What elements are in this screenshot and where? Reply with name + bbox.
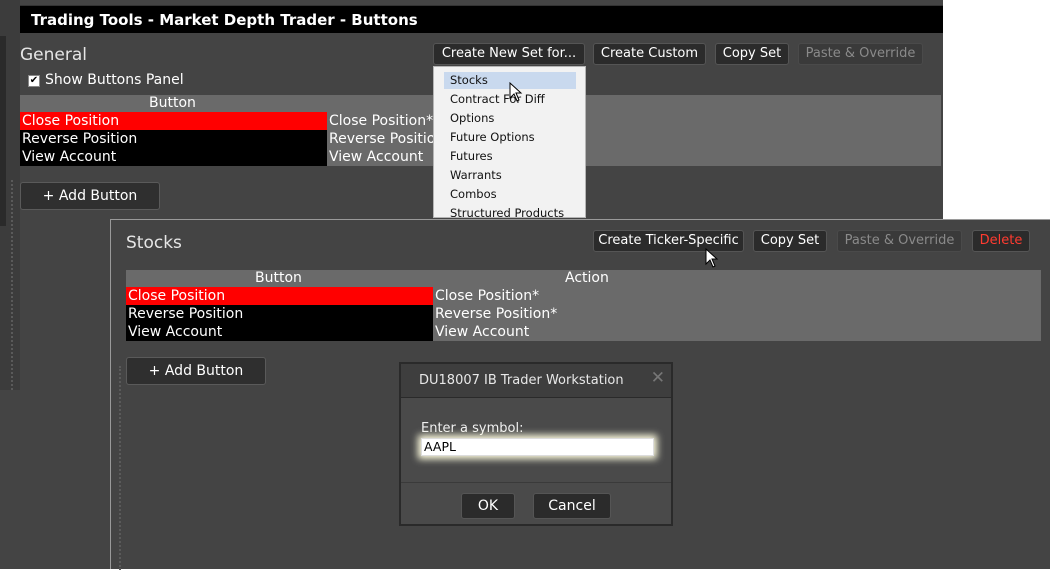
table-row-action[interactable]: Close Position*	[327, 112, 437, 130]
create-custom-button[interactable]: Create Custom	[593, 43, 706, 65]
mouse-cursor-icon	[705, 248, 719, 268]
table-row-button[interactable]: Reverse Position	[20, 130, 327, 148]
section-title: General	[20, 45, 87, 65]
symbol-input[interactable]: AAPL	[421, 438, 654, 456]
table-row-action[interactable]: Reverse Positio	[327, 130, 437, 148]
dropdown-item-options[interactable]: Options	[444, 110, 576, 127]
section-title: Stocks	[126, 233, 182, 253]
table-row-button[interactable]: Close Position	[126, 287, 433, 305]
delete-button[interactable]: Delete	[972, 230, 1030, 252]
cancel-button[interactable]: Cancel	[533, 493, 611, 519]
table-row-button[interactable]: View Account	[20, 148, 327, 166]
dropdown-item-futures[interactable]: Futures	[444, 148, 576, 165]
dialog-titlebar: DU18007 IB Trader Workstation ✕	[401, 364, 671, 398]
add-button[interactable]: + Add Button	[126, 357, 266, 385]
dropdown-item-warrants[interactable]: Warrants	[444, 167, 576, 184]
mouse-cursor-icon	[509, 82, 523, 102]
table-row-action[interactable]: View Account	[327, 148, 437, 166]
copy-set-button[interactable]: Copy Set	[753, 230, 827, 252]
paste-override-button[interactable]: Paste & Override	[798, 43, 923, 65]
copy-set-button[interactable]: Copy Set	[715, 43, 789, 65]
close-icon[interactable]: ✕	[651, 370, 665, 387]
create-new-set-button[interactable]: Create New Set for...	[433, 43, 585, 65]
dialog-title: DU18007 IB Trader Workstation	[419, 373, 624, 388]
table-row-action[interactable]: Reverse Position*	[433, 305, 733, 323]
header-button: Button	[149, 95, 196, 111]
table-row-button[interactable]: Reverse Position	[126, 305, 433, 323]
add-button[interactable]: + Add Button	[20, 182, 160, 210]
dropdown-item-structured-products[interactable]: Structured Products	[444, 205, 576, 217]
dropdown-item-future-options[interactable]: Future Options	[444, 129, 576, 146]
scroll-handle[interactable]	[0, 36, 6, 226]
table-row-button[interactable]: Close Position	[20, 112, 327, 130]
dotted-divider	[119, 366, 121, 570]
paste-override-button[interactable]: Paste & Override	[837, 230, 962, 252]
show-buttons-label: Show Buttons Panel	[45, 72, 184, 88]
enter-symbol-dialog: DU18007 IB Trader Workstation ✕ Enter a …	[399, 362, 673, 526]
create-ticker-specific-button[interactable]: Create Ticker-Specific	[593, 230, 744, 252]
symbol-prompt: Enter a symbol:	[421, 421, 524, 436]
dialog-divider	[401, 482, 671, 483]
dropdown-item-combos[interactable]: Combos	[444, 186, 576, 203]
ok-button[interactable]: OK	[461, 493, 515, 519]
table-row-action[interactable]: Close Position*	[433, 287, 733, 305]
dotted-divider	[11, 180, 13, 390]
show-buttons-checkbox[interactable]: ✔	[28, 75, 40, 87]
table-row-button[interactable]: View Account	[126, 323, 433, 341]
header-button: Button	[255, 270, 302, 286]
table-header: Button Action	[126, 270, 1041, 287]
window-title: Trading Tools - Market Depth Trader - Bu…	[20, 5, 943, 33]
table-row-action[interactable]: View Account	[433, 323, 733, 341]
header-action: Action	[565, 270, 609, 286]
